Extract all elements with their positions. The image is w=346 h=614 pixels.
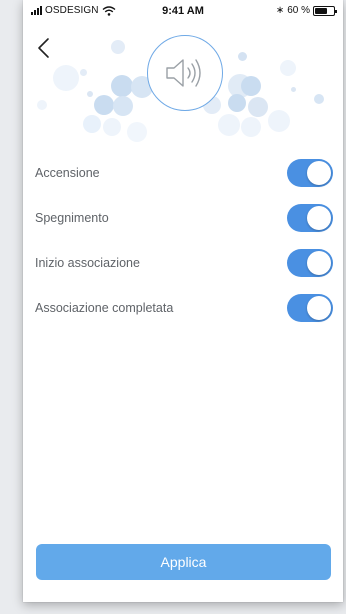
bubble [83, 115, 101, 133]
toggle-knob [307, 295, 331, 320]
bubble [103, 118, 121, 136]
bubble [94, 95, 114, 115]
toggle-inizio-associazione[interactable] [287, 248, 333, 277]
apply-button[interactable]: Applica [36, 544, 331, 580]
bubble [248, 97, 268, 117]
toggle-associazione-completata[interactable] [287, 293, 333, 322]
status-right: ∗ 60 % [275, 5, 337, 16]
setting-label: Inizio associazione [35, 255, 140, 270]
bluetooth-icon: ∗ [275, 5, 285, 16]
bubble [127, 122, 147, 142]
toggle-spegnimento[interactable] [287, 203, 333, 232]
sound-badge [147, 35, 223, 111]
setting-row-associazione-completata: Associazione completata [23, 285, 343, 330]
bubble [80, 69, 87, 76]
bubble [228, 94, 246, 112]
toggle-knob [307, 250, 331, 275]
bubble [113, 96, 133, 116]
bubble [241, 76, 261, 96]
bubble [53, 65, 79, 91]
bubble [87, 91, 93, 97]
toggle-knob [307, 160, 331, 185]
setting-label: Associazione completata [35, 300, 174, 315]
phone-screen: OSDESIGN 9:41 AM ∗ 60 % Accensione Spegn… [23, 0, 343, 602]
bubble [218, 114, 240, 136]
bubble [314, 94, 324, 104]
setting-label: Accensione [35, 165, 100, 180]
back-button[interactable] [33, 36, 57, 60]
chevron-left-icon [38, 38, 49, 58]
speaker-icon [166, 59, 201, 87]
bubble [37, 100, 47, 110]
bubble [268, 110, 290, 132]
status-bar: OSDESIGN 9:41 AM ∗ 60 % [23, 0, 343, 22]
settings-list: Accensione Spegnimento Inizio associazio… [23, 150, 343, 330]
bubble [280, 60, 296, 76]
setting-row-spegnimento: Spegnimento [23, 195, 343, 240]
battery-icon [313, 5, 337, 16]
bubble [291, 87, 296, 92]
setting-row-inizio-associazione: Inizio associazione [23, 240, 343, 285]
setting-row-accensione: Accensione [23, 150, 343, 195]
bubble [111, 75, 133, 97]
toggle-accensione[interactable] [287, 158, 333, 187]
toggle-knob [307, 205, 331, 230]
bubble [238, 52, 247, 61]
setting-label: Spegnimento [35, 210, 109, 225]
battery-percentage: 60 % [287, 5, 310, 16]
bubble [241, 117, 261, 137]
bubble [111, 40, 125, 54]
